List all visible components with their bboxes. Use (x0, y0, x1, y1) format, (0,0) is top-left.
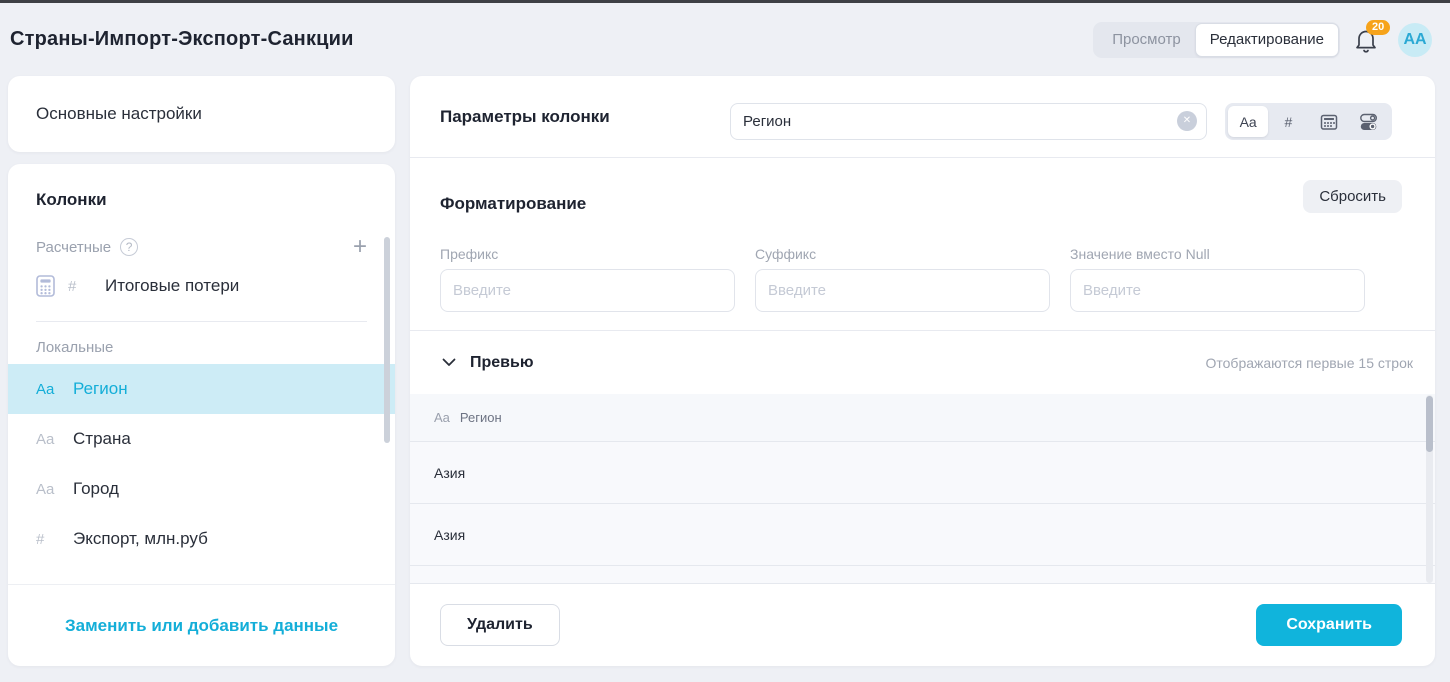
column-item-label: Город (73, 479, 119, 499)
sidebar-item-main-settings[interactable]: Основные настройки (8, 76, 395, 152)
view-mode-button[interactable]: Просмотр (1096, 25, 1197, 55)
calculated-section-header: Расчетные ? + (36, 237, 367, 257)
formatting-section: Форматирование Сбросить Префикс Суффикс … (410, 158, 1435, 331)
header-actions: Просмотр Редактирование 20 AA (1093, 22, 1432, 58)
cell-value: Азия (434, 527, 465, 543)
column-item-label: Итоговые потери (105, 276, 239, 296)
view-mode-toggle: Просмотр Редактирование (1093, 22, 1340, 58)
calendar-icon (1320, 113, 1338, 131)
replace-or-add-data-link[interactable]: Заменить или добавить данные (65, 616, 338, 636)
suffix-label: Суффикс (755, 246, 1050, 262)
table-row: Азия (410, 442, 1435, 504)
number-type-icon: # (36, 531, 60, 548)
type-number-button[interactable]: # (1268, 106, 1308, 137)
cell-value: Азия (434, 465, 465, 481)
sidebar-scrollbar[interactable] (384, 237, 390, 443)
type-text-button[interactable]: Aa (1228, 106, 1268, 137)
edit-mode-button[interactable]: Редактирование (1195, 23, 1339, 57)
calculator-icon (36, 275, 55, 297)
suffix-input[interactable] (755, 269, 1050, 312)
prefix-field: Префикс (440, 246, 735, 312)
app-header: Страны-Импорт-Экспорт-Санкции Просмотр Р… (0, 3, 1450, 76)
sidebar-item-column-country[interactable]: Aa Страна (8, 414, 395, 464)
panel-footer: Удалить Сохранить (410, 583, 1435, 666)
calculated-label: Расчетные (36, 239, 111, 256)
prefix-input[interactable] (440, 269, 735, 312)
column-type-switcher: Aa # (1225, 103, 1392, 140)
column-name-input[interactable] (730, 103, 1207, 140)
toggle-switch-icon (1359, 113, 1378, 131)
table-row (410, 566, 1435, 583)
help-icon[interactable]: ? (120, 238, 138, 256)
panel-title: Параметры колонки (440, 107, 610, 127)
avatar[interactable]: AA (1398, 23, 1432, 57)
preview-column-name: Регион (460, 410, 502, 425)
null-value-label: Значение вместо Null (1070, 246, 1365, 262)
prefix-label: Префикс (440, 246, 735, 262)
page-title: Страны-Импорт-Экспорт-Санкции (10, 28, 354, 51)
table-row: Азия (410, 504, 1435, 566)
column-item-label: Регион (73, 379, 128, 399)
preview-header: Превью Отображаются первые 15 строк (410, 331, 1435, 394)
sidebar-footer: Заменить или добавить данные (8, 584, 395, 666)
column-item-label: Страна (73, 429, 131, 449)
add-calculated-column-button[interactable]: + (353, 237, 367, 257)
collapse-preview-button[interactable] (440, 354, 458, 372)
preview-title: Превью (470, 354, 534, 372)
type-date-button[interactable] (1309, 106, 1349, 137)
formatting-fields: Префикс Суффикс Значение вместо Null (440, 246, 1365, 312)
number-type-icon: # (68, 278, 92, 295)
column-item-label: Экспорт, млн.руб (73, 529, 208, 549)
reset-formatting-button[interactable]: Сбросить (1303, 180, 1402, 213)
local-section-label: Локальные (8, 322, 395, 364)
preview-table-header: Aa Регион (410, 394, 1435, 442)
preview-table: Aa Регион Азия Азия (410, 394, 1435, 583)
sidebar-item-column-city[interactable]: Aa Город (8, 464, 395, 514)
notifications-button[interactable]: 20 (1354, 24, 1384, 56)
clear-input-icon[interactable]: ✕ (1177, 111, 1197, 131)
null-value-field: Значение вместо Null (1070, 246, 1365, 312)
columns-title: Колонки (36, 190, 367, 210)
sidebar-item-column-region[interactable]: Aa Регион (8, 364, 395, 414)
text-type-icon: Aa (36, 431, 60, 448)
delete-button[interactable]: Удалить (440, 604, 560, 646)
columns-panel-head: Колонки Расчетные ? + (8, 164, 395, 257)
main-settings-label: Основные настройки (36, 104, 202, 124)
sidebar-item-calculated-column[interactable]: # Итоговые потери (8, 261, 395, 311)
preview-scrollbar-thumb[interactable] (1426, 396, 1433, 452)
text-type-icon: Aa (36, 481, 60, 498)
text-type-icon: Aa (434, 410, 450, 425)
type-boolean-button[interactable] (1349, 106, 1389, 137)
columns-panel: Колонки Расчетные ? + # Итоговые потери (8, 164, 395, 666)
text-type-icon: Aa (36, 381, 60, 398)
column-name-field-wrap: ✕ (730, 103, 1207, 140)
sidebar: Основные настройки Колонки Расчетные ? + (8, 76, 395, 666)
chevron-down-icon (442, 358, 456, 367)
notifications-badge: 20 (1366, 20, 1390, 35)
suffix-field: Суффикс (755, 246, 1050, 312)
save-button[interactable]: Сохранить (1256, 604, 1402, 646)
content: Основные настройки Колонки Расчетные ? + (0, 76, 1450, 666)
preview-row-limit-note: Отображаются первые 15 строк (1206, 355, 1414, 371)
column-settings-panel: Параметры колонки ✕ Aa # (410, 76, 1435, 666)
column-settings-header: Параметры колонки ✕ Aa # (410, 76, 1435, 158)
formatting-title: Форматирование (440, 194, 586, 214)
local-columns-list: Aa Регион Aa Страна Aa Город # Экспорт, … (8, 364, 395, 549)
sidebar-item-column-export[interactable]: # Экспорт, млн.руб (8, 514, 395, 549)
null-value-input[interactable] (1070, 269, 1365, 312)
